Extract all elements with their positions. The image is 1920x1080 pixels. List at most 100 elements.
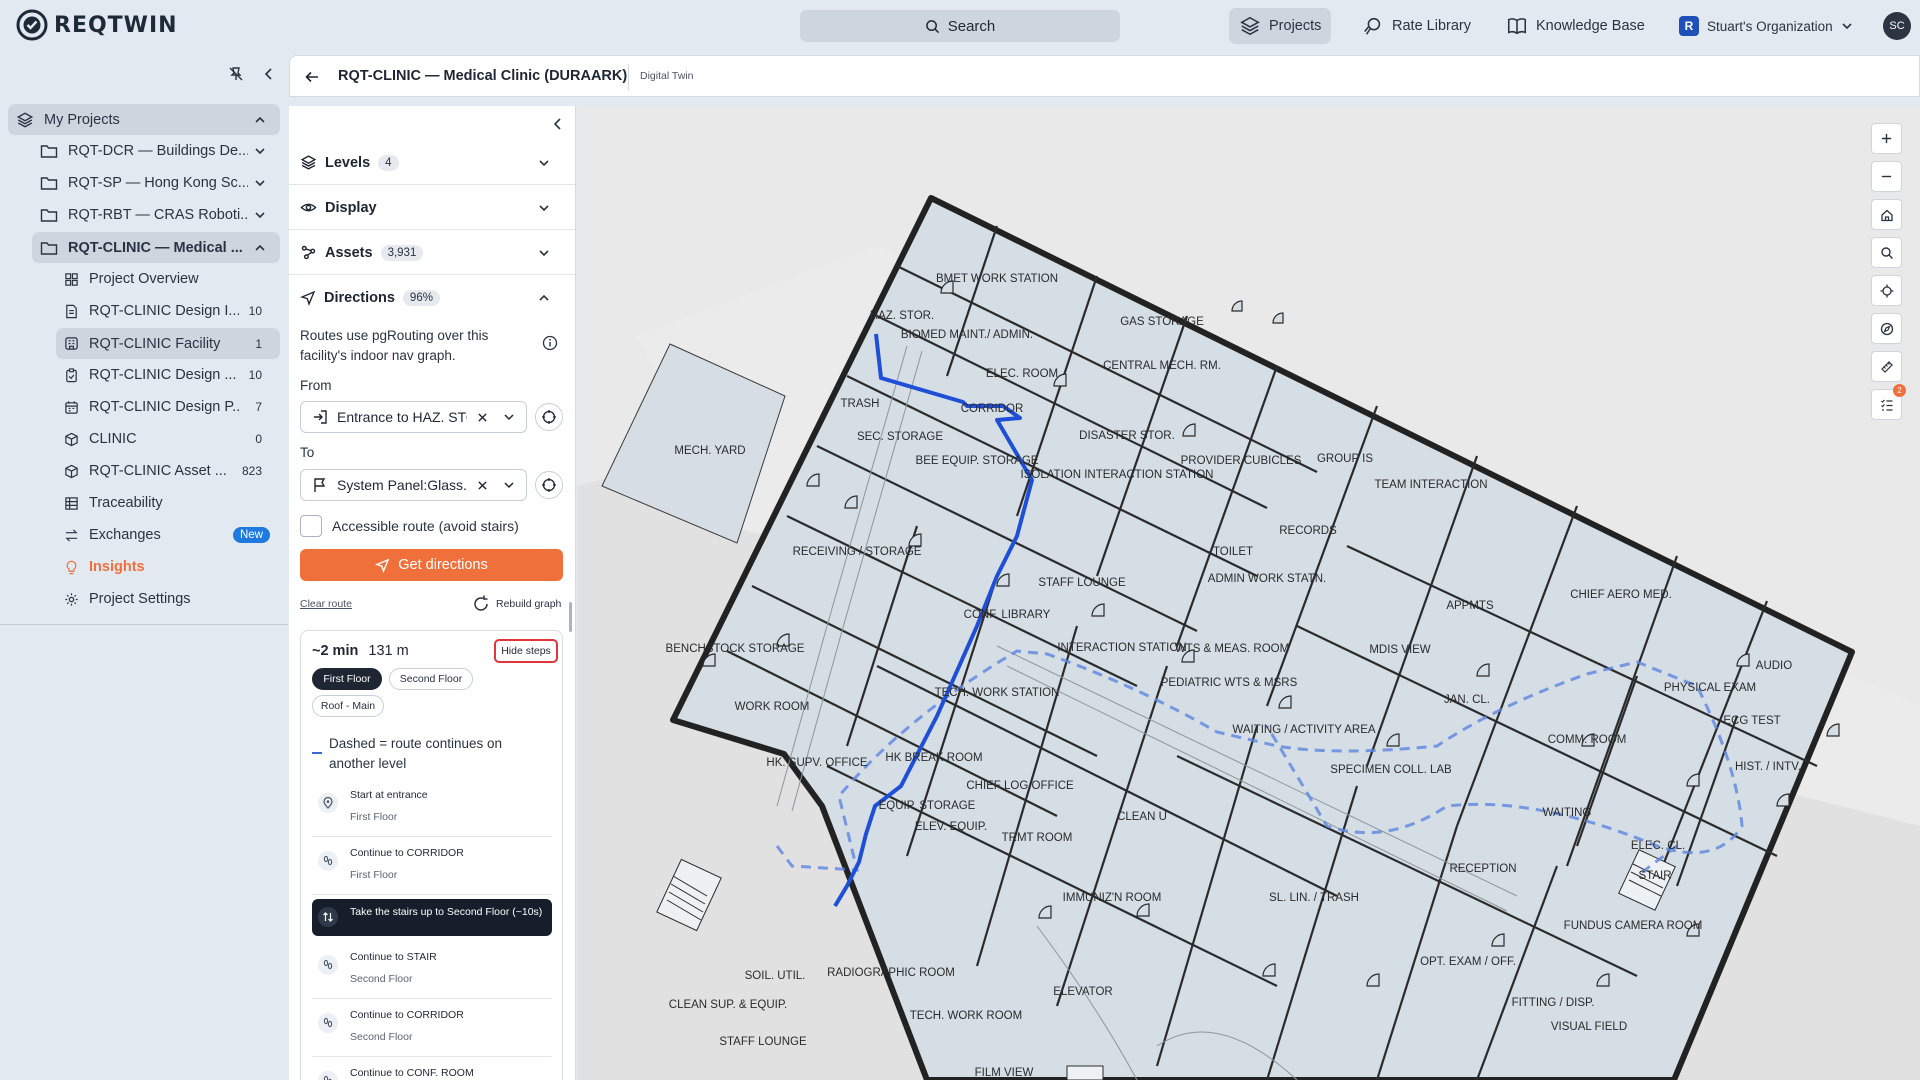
- to-select[interactable]: System Panel:Glass...: [300, 469, 527, 501]
- chevron-down-icon[interactable]: [503, 479, 515, 491]
- section-display[interactable]: Display: [289, 186, 575, 230]
- global-search[interactable]: Search: [800, 10, 1120, 42]
- nav-projects-label: Projects: [1269, 18, 1322, 34]
- map-search-button[interactable]: [1871, 237, 1902, 268]
- pick-from-on-map-button[interactable]: [535, 403, 563, 431]
- section-assets[interactable]: Assets 3,931: [289, 231, 575, 275]
- app-logo[interactable]: REQTWIN: [16, 9, 178, 41]
- room-label: CONF. LIBRARY: [964, 609, 1051, 621]
- checklist-icon: [1880, 399, 1892, 411]
- sidebar-project-dcr[interactable]: RQT-DCR — Buildings De...: [32, 135, 280, 167]
- footsteps-icon: [318, 1013, 338, 1033]
- compass-button[interactable]: [1871, 313, 1902, 344]
- clear-route-link[interactable]: Clear route: [300, 598, 352, 610]
- room-label: SL. LIN. / TRASH: [1269, 892, 1359, 904]
- room-label: BIOMED MAINT./ ADMIN.: [901, 329, 1033, 341]
- accessible-route-checkbox[interactable]: [300, 515, 322, 537]
- step-floor: Second Floor: [350, 1031, 413, 1043]
- sidebar-item-facility[interactable]: RQT-CLINIC Facility 1: [56, 328, 280, 359]
- floor-chip-second[interactable]: Second Floor: [389, 668, 473, 690]
- locate-button[interactable]: [1871, 275, 1902, 306]
- floor-plan-svg[interactable]: BMET WORK STATION HAZ. STOR. BIOMED MAIN…: [577, 106, 1920, 1080]
- zoom-in-button[interactable]: [1871, 123, 1902, 154]
- room-label: RECEIVING / STORAGE: [793, 546, 922, 558]
- chevron-up-icon: [255, 244, 265, 251]
- section-directions-title: Directions: [324, 290, 395, 306]
- clear-icon[interactable]: [477, 480, 488, 491]
- sidebar-project-rbt[interactable]: RQT-RBT — CRAS Roboti...: [32, 199, 280, 231]
- nav-rate-library[interactable]: Rate Library: [1352, 8, 1481, 44]
- section-display-title: Display: [325, 199, 377, 216]
- room-label: WORK ROOM: [735, 701, 810, 713]
- from-value: Entrance to HAZ. STOR.: [337, 409, 467, 425]
- floor-plan-map[interactable]: BMET WORK STATION HAZ. STOR. BIOMED MAIN…: [577, 106, 1920, 1080]
- sidebar-item-design-i[interactable]: RQT-CLINIC Design I... 10: [56, 296, 280, 326]
- room-label: JAN. CL.: [1444, 694, 1490, 706]
- sidebar-item-traceability[interactable]: Traceability: [56, 488, 280, 518]
- nav-projects[interactable]: Projects: [1229, 8, 1332, 44]
- room-label: MECH. YARD: [674, 445, 745, 457]
- route-step[interactable]: Continue to CORRIDOR Second Floor: [312, 999, 552, 1057]
- section-levels[interactable]: Levels 4: [289, 141, 575, 185]
- chevron-down-icon: [255, 180, 265, 187]
- sidebar-item-overview[interactable]: Project Overview: [56, 264, 280, 294]
- chevron-down-icon[interactable]: [503, 411, 515, 423]
- sidebar-item-design-plan[interactable]: RQT-CLINIC Design P... 7: [56, 392, 280, 422]
- room-label: BENCHSTOCK STORAGE: [666, 643, 805, 655]
- route-step[interactable]: Continue to STAIR Second Floor: [312, 941, 552, 999]
- home-view-button[interactable]: [1871, 199, 1902, 230]
- room-label: PROVIDER CUBICLES: [1181, 455, 1302, 467]
- sidebar-item-exchanges[interactable]: Exchanges New: [56, 520, 280, 550]
- unpin-icon[interactable]: [228, 66, 244, 82]
- logo-icon: [16, 9, 48, 41]
- route-step-active[interactable]: Take the stairs up to Second Floor (~10s…: [312, 899, 552, 936]
- floor-chip-first[interactable]: First Floor: [312, 668, 382, 690]
- checklist-button[interactable]: 2: [1871, 384, 1906, 420]
- zoom-out-button[interactable]: [1871, 161, 1902, 192]
- route-step[interactable]: Continue to CORRIDOR First Floor: [312, 837, 552, 895]
- chevron-up-icon: [255, 116, 265, 123]
- lightbulb-icon: [66, 560, 77, 574]
- room-label: WAITING / ACTIVITY AREA: [1232, 724, 1375, 736]
- pick-to-on-map-button[interactable]: [535, 471, 563, 499]
- search-icon: [1880, 246, 1893, 259]
- sidebar-my-projects-label: My Projects: [44, 111, 120, 128]
- collapse-sidebar-icon[interactable]: [262, 66, 276, 82]
- route-step[interactable]: Continue to CONF. ROOM: [312, 1057, 552, 1080]
- room-label: HK. SUPV. OFFICE: [766, 757, 868, 769]
- sidebar-item-insights[interactable]: Insights: [56, 552, 280, 582]
- from-select[interactable]: Entrance to HAZ. STOR.: [300, 401, 527, 433]
- collapse-panel-icon[interactable]: [552, 117, 564, 131]
- plus-icon: [1881, 133, 1892, 144]
- nav-knowledge-base[interactable]: Knowledge Base: [1496, 8, 1655, 44]
- section-directions[interactable]: Directions 96%: [289, 276, 575, 320]
- get-directions-button[interactable]: Get directions: [300, 549, 563, 581]
- panel-scrollbar[interactable]: [569, 602, 572, 632]
- org-switcher[interactable]: R Stuart's Organization: [1669, 8, 1863, 44]
- sidebar-item-settings[interactable]: Project Settings: [56, 584, 280, 614]
- sidebar-my-projects[interactable]: My Projects: [8, 104, 280, 135]
- sidebar-project-sp[interactable]: RQT-SP — Hong Kong Sc...: [32, 167, 280, 199]
- route-step[interactable]: Start at entrance First Floor: [312, 779, 552, 837]
- sidebar-project-clinic[interactable]: RQT-CLINIC — Medical ...: [32, 232, 280, 263]
- room-label: TECH. WORK ROOM: [910, 1010, 1022, 1022]
- room-label: RADIOGRAPHIC ROOM: [827, 967, 955, 979]
- eye-icon: [300, 203, 317, 212]
- cube-icon: [65, 464, 78, 478]
- hide-steps-button[interactable]: Hide steps: [494, 639, 558, 663]
- floor-chip-roof[interactable]: Roof - Main: [312, 695, 384, 717]
- clear-icon[interactable]: [477, 412, 488, 423]
- room-label: COMM. ROOM: [1548, 734, 1627, 746]
- info-icon[interactable]: [542, 335, 558, 351]
- dashboard-icon: [65, 272, 78, 286]
- sidebar-item-assets[interactable]: RQT-CLINIC Asset ... 823: [56, 456, 280, 486]
- document-icon: [66, 304, 77, 318]
- sidebar-item-design-req[interactable]: RQT-CLINIC Design ... 10: [56, 360, 280, 390]
- rebuild-graph-button[interactable]: Rebuild graph: [471, 594, 561, 614]
- sidebar-item-clinic[interactable]: CLINIC 0: [56, 424, 280, 454]
- back-arrow-icon[interactable]: [304, 69, 320, 85]
- user-avatar[interactable]: SC: [1883, 12, 1911, 40]
- rebuild-graph-label: Rebuild graph: [496, 598, 562, 610]
- route-time: ~2 min: [312, 643, 359, 659]
- measure-button[interactable]: [1871, 351, 1902, 382]
